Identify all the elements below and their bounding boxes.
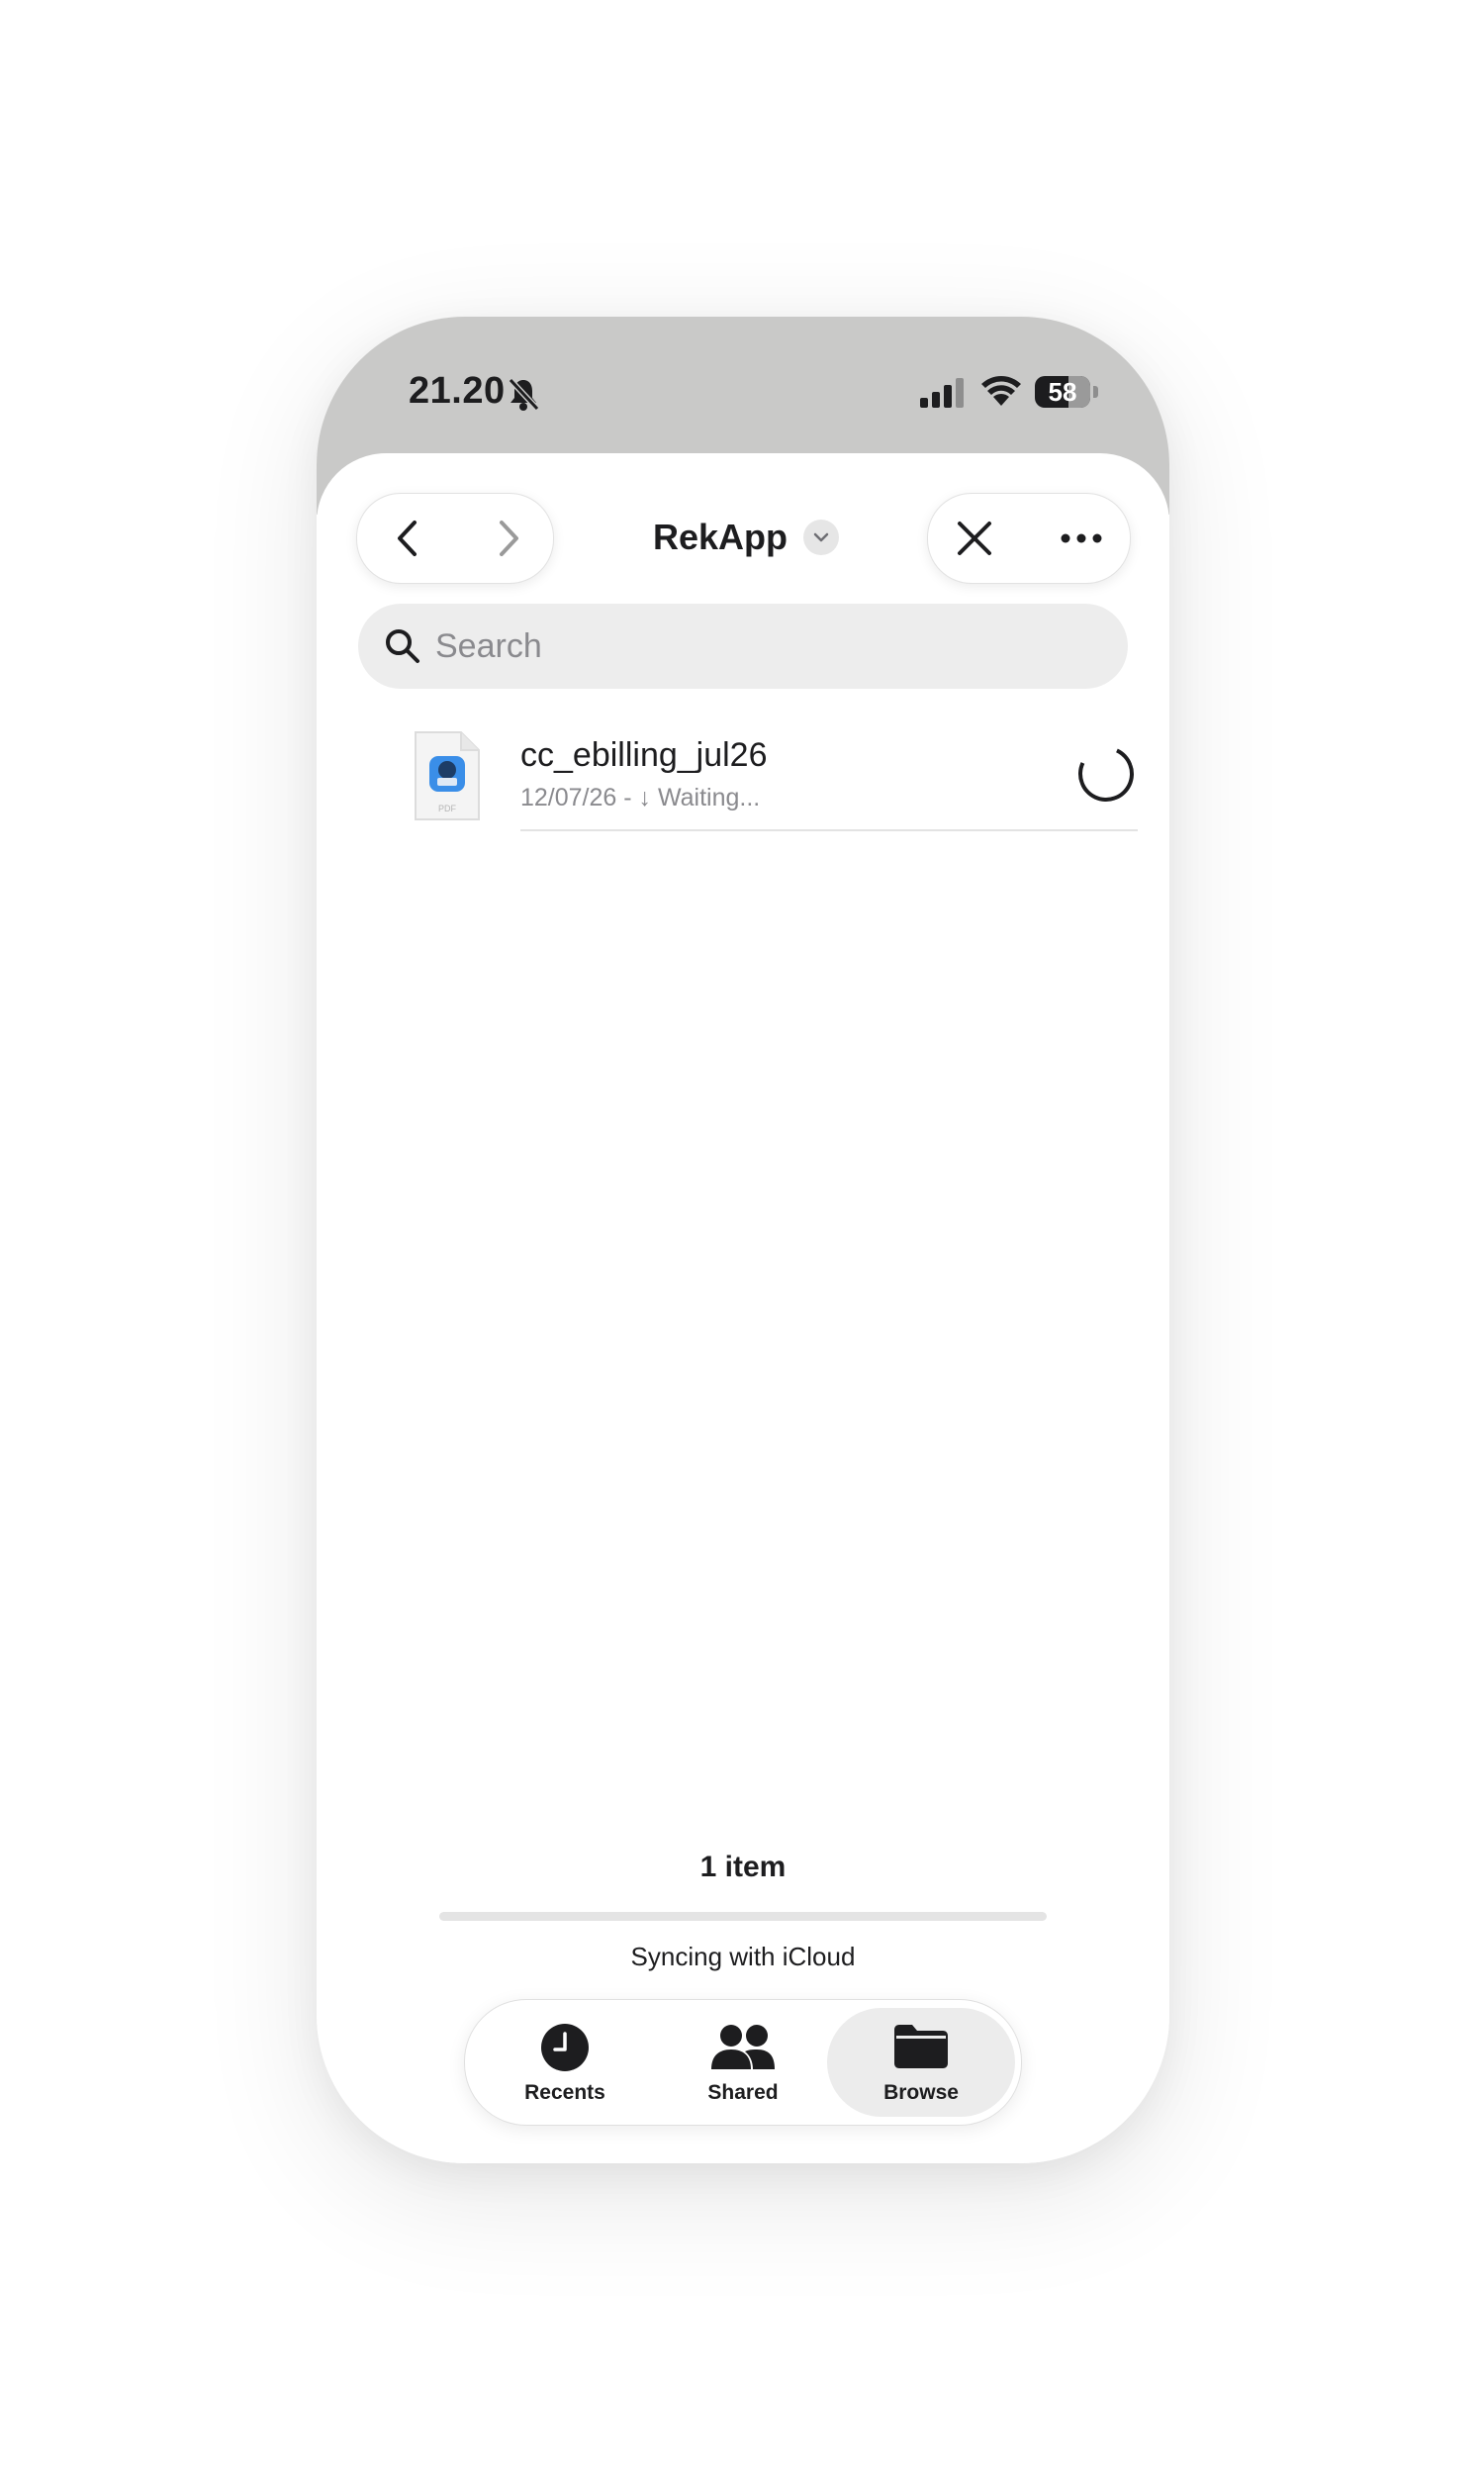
- ellipsis-icon: [1061, 533, 1102, 543]
- file-meta: 12/07/26 - ↓ Waiting...: [520, 784, 761, 811]
- folder-icon: [894, 2025, 948, 2068]
- search-field[interactable]: Search: [358, 604, 1128, 689]
- tab-browse-label: Browse: [883, 2081, 959, 2104]
- battery-level: 58: [1048, 377, 1077, 407]
- item-count: 1 item: [699, 1851, 787, 1883]
- bell-slash-icon: [508, 377, 540, 412]
- navigation-button-group: [356, 493, 554, 584]
- tab-shared[interactable]: Shared: [649, 2008, 837, 2117]
- pdf-file-icon: PDF: [415, 731, 480, 820]
- chevron-down-icon: [803, 520, 840, 555]
- clock-icon: [541, 2024, 589, 2071]
- sync-status: Syncing with iCloud: [630, 1942, 856, 1971]
- battery-icon: 58: [1035, 376, 1090, 408]
- cellular-signal-icon: [920, 378, 964, 408]
- file-type-label: PDF: [438, 804, 457, 813]
- page-title: RekApp: [653, 517, 788, 557]
- close-icon: [958, 522, 991, 555]
- download-progress-icon[interactable]: [1070, 738, 1142, 810]
- search-icon: [386, 629, 419, 663]
- tab-browse[interactable]: Browse: [827, 2008, 1015, 2117]
- file-list-item[interactable]: PDF cc_ebilling_jul26 12/07/26 - ↓ Waiti…: [317, 720, 1169, 839]
- chevron-left-icon: [398, 521, 417, 556]
- tab-recents-label: Recents: [524, 2081, 605, 2104]
- tab-shared-label: Shared: [707, 2081, 779, 2104]
- file-name: cc_ebilling_jul26: [520, 736, 768, 774]
- tab-recents[interactable]: Recents: [471, 2008, 659, 2117]
- phone-screen: 21.20 58 RekApp Search PDF cc_ebilling_j…: [317, 317, 1169, 2163]
- people-icon: [711, 2025, 775, 2069]
- more-button[interactable]: [1037, 494, 1126, 583]
- wifi-icon: [981, 376, 1021, 406]
- status-time: 21.20: [409, 370, 506, 412]
- sync-progress-bar: [439, 1912, 1047, 1921]
- chevron-right-icon: [500, 521, 518, 556]
- files-sheet: RekApp Search PDF cc_ebilling_jul26 12/0…: [317, 453, 1169, 2163]
- back-button[interactable]: [363, 494, 452, 583]
- tab-bar: Recents Shared Browse: [464, 1999, 1022, 2126]
- location-title[interactable]: RekApp: [653, 513, 840, 562]
- row-divider: [520, 829, 1138, 831]
- action-button-group: [927, 493, 1131, 584]
- search-placeholder: Search: [435, 627, 542, 665]
- forward-button[interactable]: [464, 494, 553, 583]
- close-button[interactable]: [930, 494, 1019, 583]
- battery-tip: [1093, 386, 1098, 398]
